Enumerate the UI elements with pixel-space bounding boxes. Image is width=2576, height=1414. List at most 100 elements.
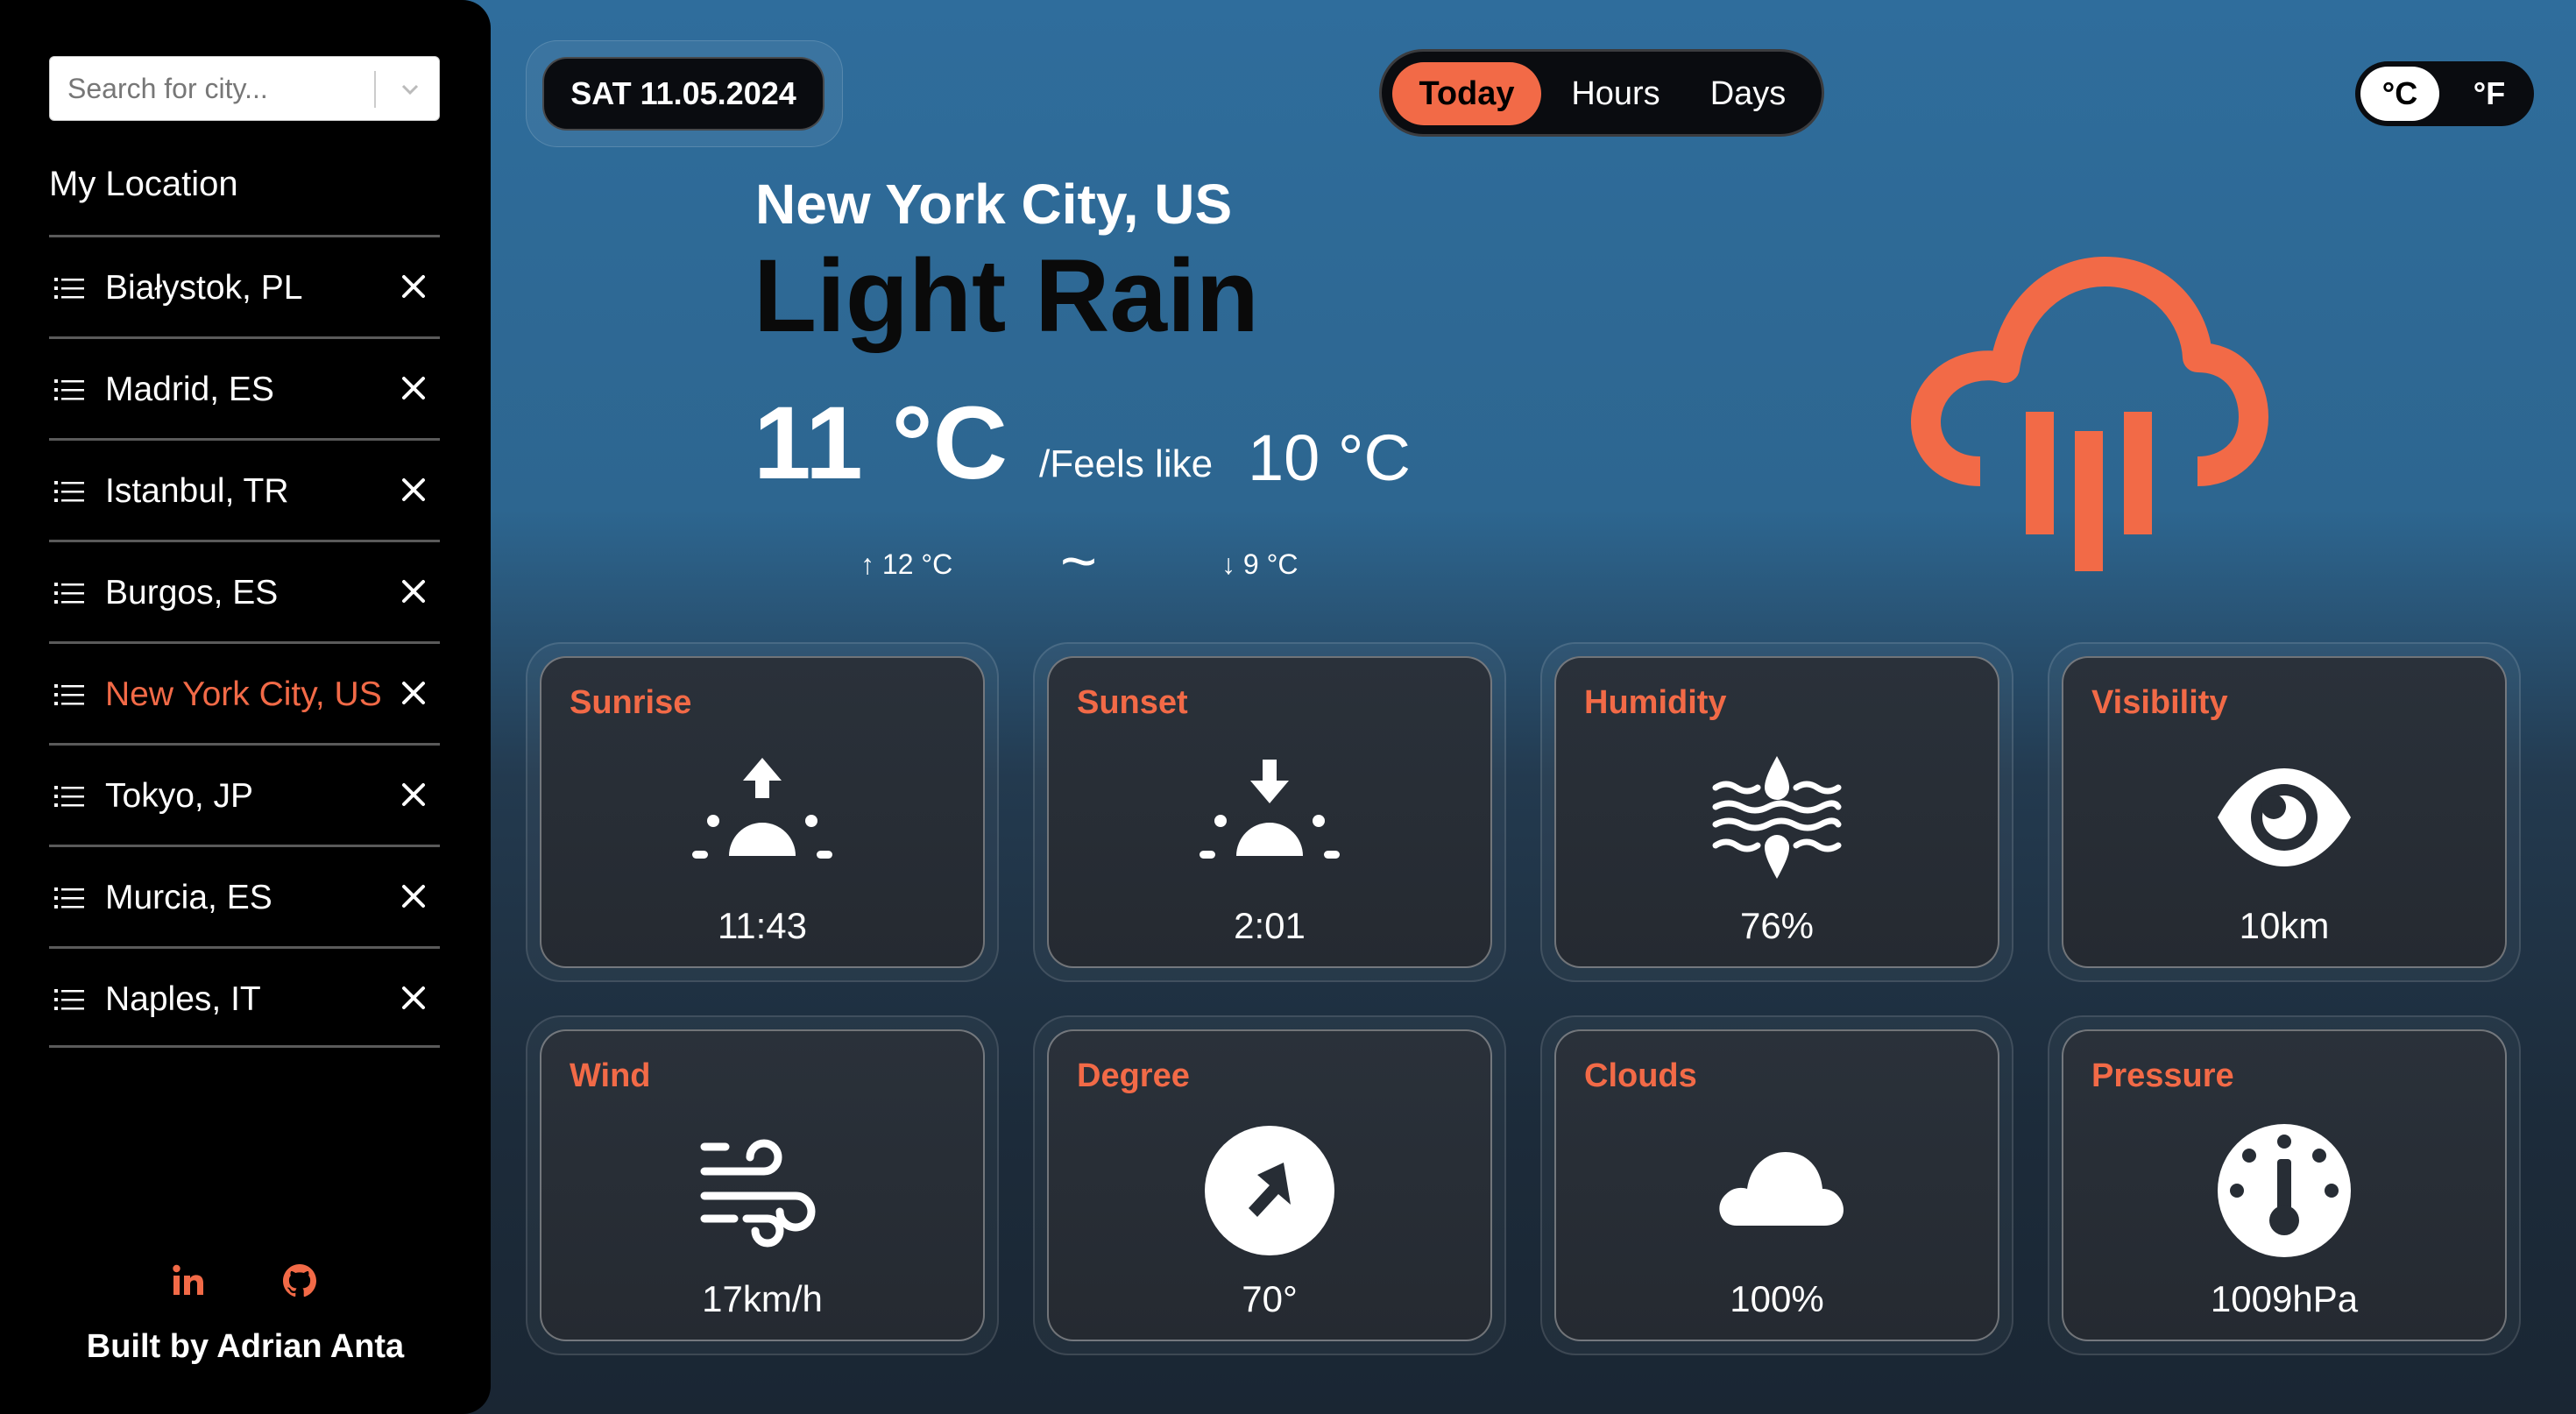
card-label: Visibility bbox=[2091, 684, 2228, 721]
location-name: Murcia, ES bbox=[105, 879, 272, 916]
close-icon[interactable] bbox=[400, 882, 428, 910]
current-temperature: 11 °C bbox=[754, 385, 1008, 501]
list-icon bbox=[54, 379, 84, 400]
close-icon[interactable] bbox=[400, 374, 428, 402]
card-value: 17km/h bbox=[702, 1278, 823, 1319]
wind-card: Wind 17km/h bbox=[526, 1015, 999, 1355]
card-body: Sunrise 11:43 bbox=[540, 656, 985, 968]
location-item[interactable]: Naples, IT bbox=[49, 946, 440, 1048]
built-by-credit: Built by Adrian Anta bbox=[86, 1328, 405, 1365]
list-icon bbox=[54, 887, 84, 908]
location-item-active[interactable]: New York City, US bbox=[49, 641, 440, 743]
list-icon bbox=[54, 278, 84, 299]
unit-fahrenheit[interactable]: °F bbox=[2450, 67, 2529, 121]
list-icon bbox=[54, 989, 84, 1010]
location-name: Tokyo, JP bbox=[105, 777, 254, 815]
tab-today[interactable]: Today bbox=[1392, 62, 1541, 125]
weather-condition: Light Rain bbox=[754, 238, 1259, 354]
card-label: Pressure bbox=[2091, 1057, 2234, 1094]
card-body: Clouds 100% bbox=[1554, 1029, 1999, 1341]
location-item[interactable]: Murcia, ES bbox=[49, 845, 440, 946]
card-label: Sunset bbox=[1077, 684, 1188, 721]
range-separator: ~ bbox=[1060, 527, 1098, 597]
humidity-card: Humidity 76% bbox=[1540, 642, 2013, 982]
search-divider bbox=[374, 71, 376, 108]
github-icon[interactable] bbox=[280, 1262, 319, 1300]
eye-icon bbox=[2218, 768, 2351, 866]
sunrise-card: Sunrise 11:43 bbox=[526, 642, 999, 982]
card-label: Humidity bbox=[1584, 684, 1727, 721]
location-item[interactable]: Burgos, ES bbox=[49, 540, 440, 641]
location-item[interactable]: Madrid, ES bbox=[49, 336, 440, 438]
location-name: Istanbul, TR bbox=[105, 472, 289, 510]
chevron-down-icon[interactable] bbox=[395, 74, 425, 104]
card-body: Wind 17km/h bbox=[540, 1029, 985, 1341]
location-item[interactable]: Istanbul, TR bbox=[49, 438, 440, 540]
clouds-card: Clouds 100% bbox=[1540, 1015, 2013, 1355]
card-label: Clouds bbox=[1584, 1057, 1697, 1094]
location-name: Burgos, ES bbox=[105, 574, 279, 612]
location-name: New York City, US bbox=[105, 675, 382, 713]
card-value: 70° bbox=[1242, 1278, 1298, 1319]
card-value: 100% bbox=[1730, 1278, 1824, 1319]
city-search[interactable] bbox=[49, 56, 440, 121]
list-icon bbox=[54, 481, 84, 502]
visibility-card: Visibility 10km bbox=[2048, 642, 2521, 982]
close-icon[interactable] bbox=[400, 476, 428, 504]
degree-card: Degree 70° bbox=[1033, 1015, 1506, 1355]
card-label: Sunrise bbox=[570, 684, 692, 721]
close-icon[interactable] bbox=[400, 984, 428, 1012]
close-icon[interactable] bbox=[400, 577, 428, 605]
my-location-link[interactable]: My Location bbox=[49, 165, 238, 204]
date-container: SAT 11.05.2024 bbox=[526, 40, 843, 147]
card-label: Degree bbox=[1077, 1057, 1190, 1094]
rain-cloud-icon bbox=[1911, 257, 2268, 571]
tab-days[interactable]: Days bbox=[1687, 62, 1809, 125]
sidebar: My Location Białystok, PL Madrid, ES Ist… bbox=[0, 0, 491, 1414]
feels-like-label: /Feels like bbox=[1039, 442, 1214, 485]
feels-like-value: 10 °C bbox=[1248, 421, 1411, 494]
compass-icon bbox=[1205, 1126, 1334, 1255]
card-body: Sunset 2:01 bbox=[1047, 656, 1492, 968]
card-value: 76% bbox=[1739, 905, 1815, 946]
view-tabs: Today Hours Days bbox=[1379, 49, 1824, 137]
low-temperature: ↓ 9 °C bbox=[1221, 548, 1299, 580]
cloud-icon bbox=[1719, 1152, 1844, 1226]
card-value: 2:01 bbox=[1234, 905, 1306, 946]
location-item[interactable]: Tokyo, JP bbox=[49, 743, 440, 845]
location-name: Madrid, ES bbox=[105, 371, 274, 408]
close-icon[interactable] bbox=[400, 272, 428, 300]
sunset-card: Sunset 2:01 bbox=[1033, 642, 1506, 982]
gauge-icon bbox=[2218, 1124, 2351, 1257]
pressure-card: Pressure 1009hPa bbox=[2048, 1015, 2521, 1355]
tab-hours[interactable]: Hours bbox=[1550, 62, 1681, 125]
location-list: Białystok, PL Madrid, ES Istanbul, TR Bu… bbox=[49, 235, 440, 1048]
card-body: Pressure 1009hPa bbox=[2062, 1029, 2507, 1341]
location-name: Naples, IT bbox=[105, 980, 261, 1018]
search-input[interactable] bbox=[50, 57, 383, 120]
date-badge: SAT 11.05.2024 bbox=[542, 57, 824, 131]
list-icon bbox=[54, 583, 84, 604]
sunrise-icon bbox=[692, 758, 832, 859]
list-icon bbox=[54, 786, 84, 807]
close-icon[interactable] bbox=[400, 679, 428, 707]
unit-celsius[interactable]: °C bbox=[2360, 67, 2439, 121]
card-value: 11:43 bbox=[718, 905, 807, 946]
city-title: New York City, US bbox=[755, 173, 1233, 236]
sunset-icon bbox=[1200, 760, 1340, 859]
linkedin-icon[interactable] bbox=[170, 1262, 209, 1300]
card-body: Degree 70° bbox=[1047, 1029, 1492, 1341]
card-value: 10km bbox=[2239, 905, 2330, 946]
humidity-icon bbox=[1712, 756, 1842, 879]
card-value: 1009hPa bbox=[2210, 1278, 2359, 1319]
card-body: Visibility 10km bbox=[2062, 656, 2507, 968]
list-icon bbox=[54, 684, 84, 705]
close-icon[interactable] bbox=[400, 781, 428, 809]
location-name: Białystok, PL bbox=[105, 269, 303, 307]
card-label: Wind bbox=[570, 1057, 651, 1094]
unit-toggle: °C °F bbox=[2355, 61, 2534, 126]
wind-icon bbox=[700, 1139, 816, 1248]
card-body: Humidity 76% bbox=[1554, 656, 1999, 968]
high-temperature: ↑ 12 °C bbox=[860, 548, 953, 580]
location-item[interactable]: Białystok, PL bbox=[49, 235, 440, 336]
